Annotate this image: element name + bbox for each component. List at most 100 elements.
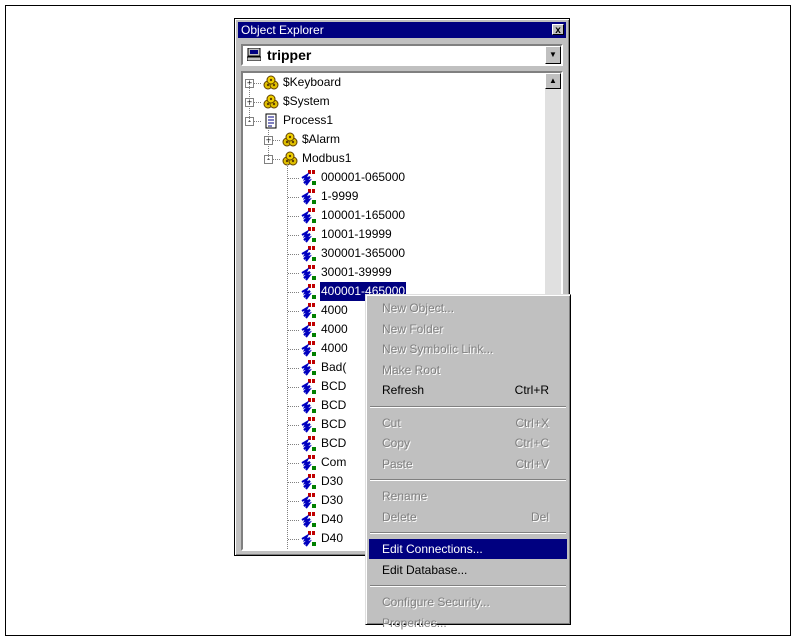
root-selector[interactable]: tripper ▼	[241, 44, 563, 66]
tree-item[interactable]: + $System	[243, 92, 543, 111]
tree-connector	[288, 349, 299, 350]
menu-item-copy: Copy Ctrl+C	[369, 433, 567, 453]
tree-item-label: 000001-065000	[321, 170, 406, 184]
tree-item-label: BCD	[321, 436, 347, 450]
tree-item-label: 1-9999	[321, 189, 359, 203]
tree-item-label: $System	[283, 94, 330, 108]
menu-item-shortcut: Ctrl+V	[515, 456, 549, 471]
tree-item-label: Bad(	[321, 360, 347, 374]
menu-item-label: Refresh	[382, 383, 425, 397]
menu-item-edit-connections[interactable]: Edit Connections...	[369, 539, 567, 559]
tree-item-label: 4000	[321, 341, 348, 355]
scroll-up-icon[interactable]: ▲	[545, 73, 561, 89]
tree-connector	[288, 406, 299, 407]
menu-item-label: Cut	[382, 415, 401, 430]
tree-connector	[288, 425, 299, 426]
menu-item-configure-security: Configure Security...	[369, 592, 567, 612]
menu-item-rename: Rename	[369, 486, 567, 506]
menu-item-label: Edit Connections...	[382, 542, 483, 556]
menu-separator	[370, 532, 566, 534]
computer-icon	[247, 48, 261, 61]
tree-item-label: BCD	[321, 417, 347, 431]
tree-connector	[268, 126, 269, 159]
menu-item-label: Rename	[382, 489, 428, 503]
tree-item-label: 4000	[321, 322, 348, 336]
tree-item[interactable]: 300001-365000	[243, 244, 543, 263]
menu-item-shortcut: Ctrl+R	[514, 383, 549, 397]
menu-item-make-root: Make Root	[369, 360, 567, 380]
tree-item-label: $Alarm	[302, 132, 341, 146]
menu-item-label: Delete	[382, 509, 417, 524]
tree-connector	[288, 216, 299, 217]
tree-item[interactable]: 100001-165000	[243, 206, 543, 225]
tree-item-label: D30	[321, 474, 344, 488]
tree-item[interactable]: 1-9999	[243, 187, 543, 206]
menu-separator	[370, 585, 566, 587]
menu-item-label: New Folder	[382, 321, 444, 336]
menu-item-shortcut: Ctrl+X	[515, 415, 549, 430]
tree-connector	[288, 311, 299, 312]
title-bar: Object Explorer x	[238, 22, 566, 38]
tree-connector	[288, 235, 299, 236]
tree-connector	[249, 83, 250, 121]
root-selector-value: tripper	[267, 47, 312, 63]
tree-item[interactable]: + $Alarm	[243, 130, 543, 149]
menu-separator	[370, 405, 566, 408]
tree-connector	[288, 368, 299, 369]
tree-connector	[288, 520, 299, 521]
tree-item[interactable]: - Process1	[243, 111, 543, 130]
tree-connector	[288, 501, 299, 502]
tree-item-label: BCD	[321, 379, 347, 393]
menu-item-label: Properties...	[382, 615, 447, 630]
tree-connector	[288, 178, 299, 179]
tree-item-label: D30	[321, 493, 344, 507]
menu-item-cut: Cut Ctrl+X	[369, 413, 567, 433]
menu-item-shortcut: Ctrl+C	[514, 436, 549, 450]
menu-item-new-folder: New Folder	[369, 319, 567, 339]
tree-item-label: 30001-39999	[321, 265, 392, 279]
menu-item-label: Copy	[382, 436, 411, 450]
tree-item-label: BCD	[321, 398, 347, 412]
menu-item-properties: Properties...	[369, 613, 567, 633]
tree-item-label: 100001-165000	[321, 208, 406, 222]
menu-item-label: New Object...	[382, 301, 455, 315]
menu-item-label: Configure Security...	[382, 595, 490, 609]
menu-item-label: Make Root	[382, 362, 441, 377]
chevron-down-icon[interactable]: ▼	[545, 46, 561, 64]
menu-item-label: Edit Database...	[382, 562, 468, 577]
tree-item-label: 300001-365000	[321, 246, 406, 260]
tree-connector	[288, 387, 299, 388]
tree-connector	[288, 273, 299, 274]
tree-item[interactable]: - Modbus1	[243, 149, 543, 168]
tree-item-label: Process1	[283, 113, 334, 127]
menu-item-refresh[interactable]: Refresh Ctrl+R	[369, 380, 567, 400]
close-icon[interactable]: x	[552, 24, 564, 36]
tree-connector	[288, 482, 299, 483]
tree-item[interactable]: 000001-065000	[243, 168, 543, 187]
tree-item[interactable]: + $Keyboard	[243, 73, 543, 92]
menu-item-paste: Paste Ctrl+V	[369, 454, 567, 474]
tree-item-label: Com	[321, 455, 347, 469]
tree-connector	[288, 254, 299, 255]
menu-item-delete: Delete Del	[369, 507, 567, 527]
menu-separator	[370, 479, 566, 481]
tree-connector	[288, 539, 299, 540]
tree-connector	[288, 463, 299, 464]
tree-item-label: D40	[321, 531, 344, 545]
tree-item-label: $Keyboard	[283, 75, 342, 89]
tree-item[interactable]: 30001-39999	[243, 263, 543, 282]
tree-item-label: 10001-19999	[321, 227, 392, 241]
menu-item-new-object: New Object...	[369, 298, 567, 318]
context-menu: New Object... New Folder New Symbolic Link…	[365, 294, 571, 630]
menu-item-shortcut: Del	[530, 509, 549, 524]
menu-item-label: New Symbolic Link...	[382, 342, 494, 356]
menu-item-label: Paste	[382, 456, 413, 471]
tree-connector	[287, 164, 288, 549]
tree-item[interactable]: 10001-19999	[243, 225, 543, 244]
tree-item-label: D40	[321, 512, 344, 526]
tree-connector	[288, 197, 299, 198]
tree-connector	[288, 444, 299, 445]
tree-connector	[288, 292, 299, 293]
window-title: Object Explorer	[241, 23, 324, 37]
menu-item-edit-database[interactable]: Edit Database...	[369, 560, 567, 580]
